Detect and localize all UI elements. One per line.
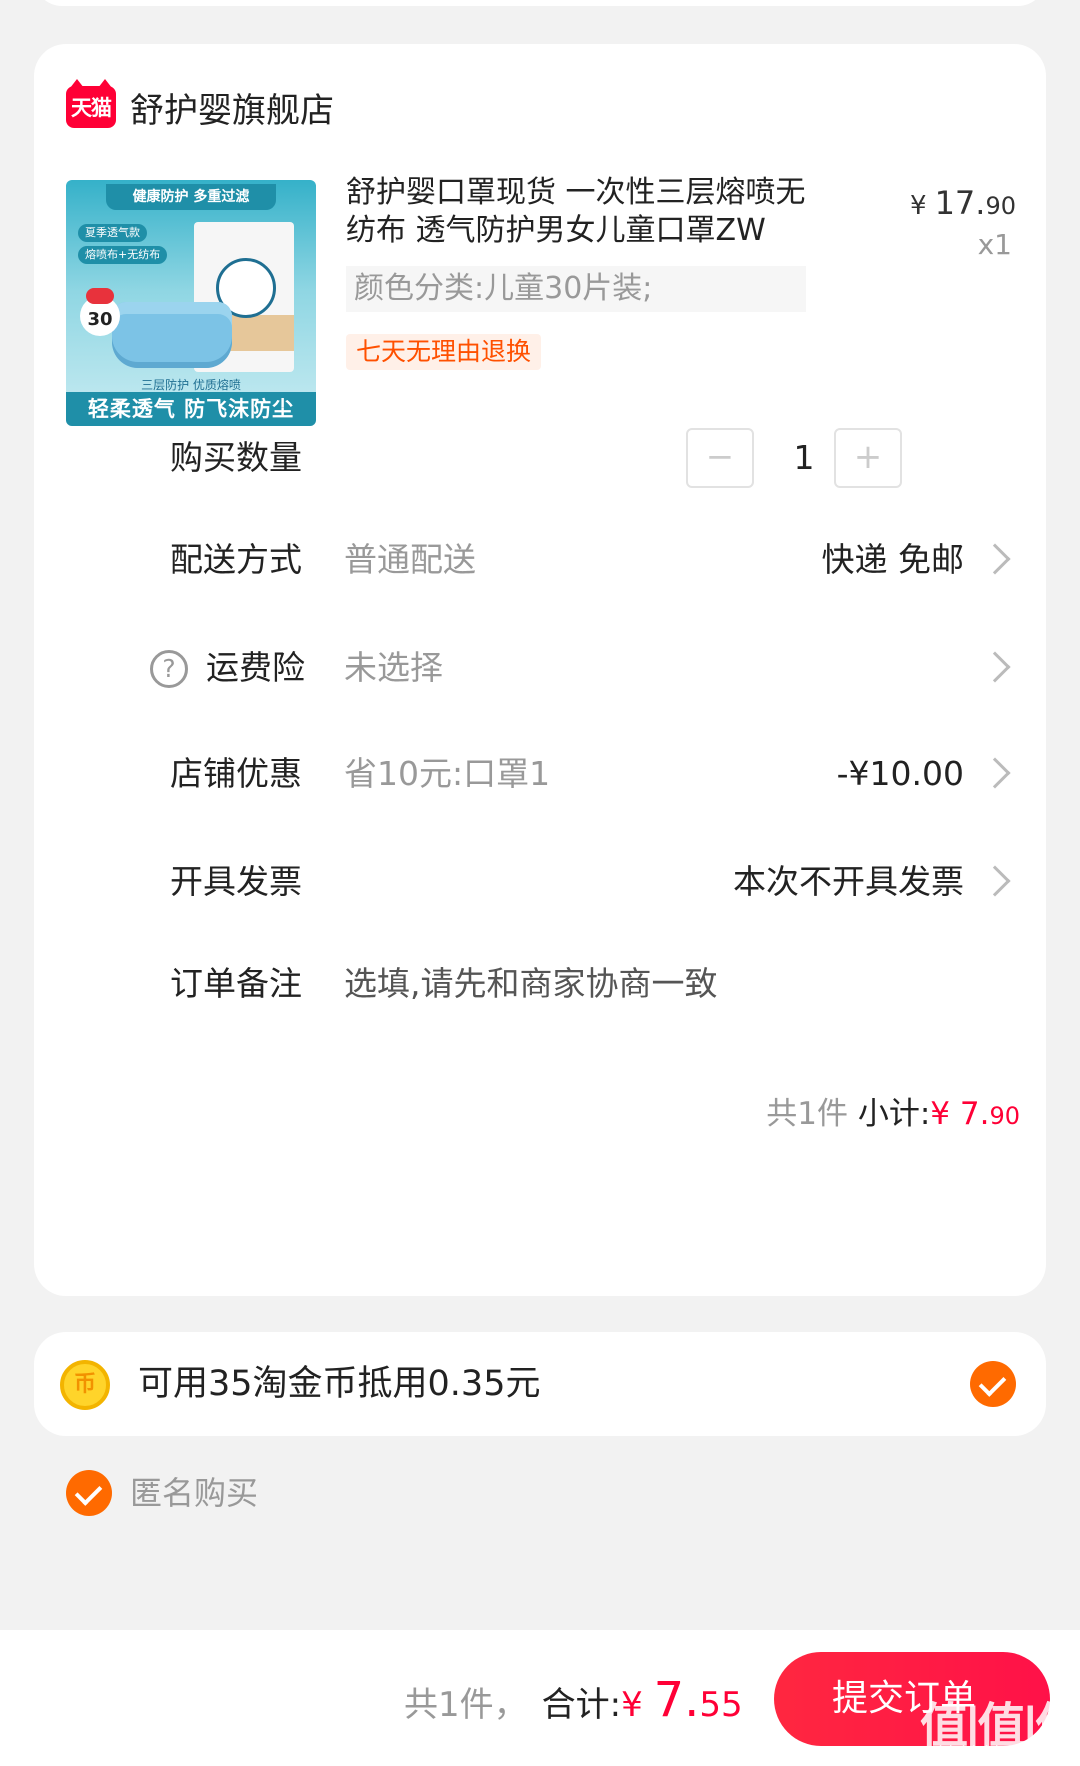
delivery-label: 配送方式 bbox=[170, 540, 302, 579]
return-policy-tag: 七天无理由退换 bbox=[346, 334, 542, 370]
insurance-value: 未选择 bbox=[344, 648, 443, 687]
invoice-row[interactable]: 开具发票 本次不开具发票 bbox=[34, 852, 1046, 912]
note-label: 订单备注 bbox=[170, 964, 302, 1003]
invoice-label: 开具发票 bbox=[170, 862, 302, 901]
chevron-right-icon[interactable] bbox=[979, 865, 1011, 897]
price-symbol: ¥ bbox=[910, 191, 927, 221]
delivery-method: 快递 免邮 bbox=[821, 540, 965, 579]
quantity-plus-button[interactable]: + bbox=[834, 428, 902, 488]
total-dec: 55 bbox=[699, 1685, 743, 1725]
price-int: 17. bbox=[934, 184, 986, 222]
count-badge: 30 bbox=[80, 288, 120, 336]
insurance-label: 运费险 bbox=[206, 648, 305, 687]
chevron-right-icon[interactable] bbox=[979, 543, 1011, 575]
subtotal-count: 共1件 bbox=[766, 1096, 848, 1132]
shop-name[interactable]: 舒护婴旗舰店 bbox=[130, 83, 334, 132]
quantity-minus-button[interactable]: − bbox=[686, 428, 754, 488]
anonymous-check-icon[interactable] bbox=[66, 1470, 112, 1516]
product-image[interactable]: 健康防护 多重过滤 夏季透气款 熔喷布+无纺布 30 三层防护 优质熔喷 轻柔透… bbox=[66, 180, 316, 426]
product-title[interactable]: 舒护婴口罩现货 一次性三层熔喷无纺布 透气防护男女儿童口罩ZW bbox=[346, 174, 806, 250]
subtotal-int: 7. bbox=[959, 1096, 990, 1132]
product-spec[interactable]: 颜色分类:儿童30片装; bbox=[346, 266, 806, 312]
total-label: 合计: bbox=[541, 1685, 622, 1725]
bottom-bar: 共1件， 合计:¥ 7.55 提交订单 bbox=[0, 1630, 1080, 1766]
image-text-mid: 三层防护 优质熔喷 bbox=[141, 378, 241, 392]
note-input[interactable]: 选填,请先和商家协商一致 bbox=[344, 954, 718, 1014]
shop-header[interactable]: 天猫 舒护婴旗舰店 bbox=[66, 79, 334, 132]
discount-row[interactable]: 店铺优惠 省10元:口罩1 -¥10.00 bbox=[34, 744, 1046, 804]
help-icon[interactable]: ? bbox=[150, 650, 188, 688]
coin-text: 可用35淘金币抵用0.35元 bbox=[138, 1364, 541, 1404]
chevron-right-icon[interactable] bbox=[979, 757, 1011, 789]
watermark-url: zhizhizhi.com bbox=[930, 1742, 1039, 1761]
discount-amount: -¥10.00 bbox=[836, 754, 964, 793]
quantity-row: 购买数量 − 1 + bbox=[34, 428, 1046, 488]
chevron-right-icon[interactable] bbox=[979, 651, 1011, 683]
order-card: 天猫 舒护婴旗舰店 健康防护 多重过滤 夏季透气款 熔喷布+无纺布 30 三层防… bbox=[34, 44, 1046, 1296]
subtotal: 共1件 小计:¥ 7.90 bbox=[766, 1088, 1020, 1133]
discount-label: 店铺优惠 bbox=[170, 754, 302, 793]
tmall-logo-icon: 天猫 bbox=[66, 79, 116, 128]
discount-value: 省10元:口罩1 bbox=[344, 754, 551, 793]
anonymous-label: 匿名购买 bbox=[130, 1474, 259, 1512]
total-symbol: ¥ bbox=[621, 1685, 654, 1725]
coin-check-icon[interactable] bbox=[970, 1361, 1016, 1407]
quantity-label: 购买数量 bbox=[170, 438, 302, 477]
coin-card[interactable]: 币 可用35淘金币抵用0.35元 bbox=[34, 1332, 1046, 1436]
invoice-value: 本次不开具发票 bbox=[733, 862, 964, 901]
total-int: 7. bbox=[653, 1672, 700, 1728]
price-dec: 90 bbox=[985, 192, 1016, 220]
product-price: ¥17.90 bbox=[910, 184, 1016, 222]
mask-graphic bbox=[112, 302, 232, 368]
subtotal-dec: 90 bbox=[989, 1102, 1020, 1130]
delivery-row[interactable]: 配送方式 普通配送 快递 免邮 bbox=[34, 530, 1046, 590]
delivery-value: 普通配送 bbox=[344, 540, 476, 579]
product-qty: x1 bbox=[977, 228, 1012, 261]
insurance-row[interactable]: ? 运费险 未选择 bbox=[34, 638, 1046, 698]
total-count: 共1件， bbox=[404, 1685, 528, 1725]
previous-card-edge bbox=[34, 0, 1046, 6]
coin-icon: 币 bbox=[60, 1360, 110, 1410]
note-row: 订单备注 选填,请先和商家协商一致 bbox=[34, 954, 1046, 1014]
image-text-top: 健康防护 多重过滤 bbox=[106, 184, 276, 210]
image-text-bottom: 轻柔透气 防飞沫防尘 bbox=[66, 392, 316, 426]
subtotal-label: 小计: bbox=[857, 1096, 931, 1132]
total-summary: 共1件， 合计:¥ 7.55 bbox=[404, 1672, 743, 1728]
image-pill-1: 夏季透气款 bbox=[78, 224, 147, 242]
image-pill-2: 熔喷布+无纺布 bbox=[78, 246, 168, 264]
subtotal-symbol: ¥ bbox=[930, 1096, 960, 1132]
